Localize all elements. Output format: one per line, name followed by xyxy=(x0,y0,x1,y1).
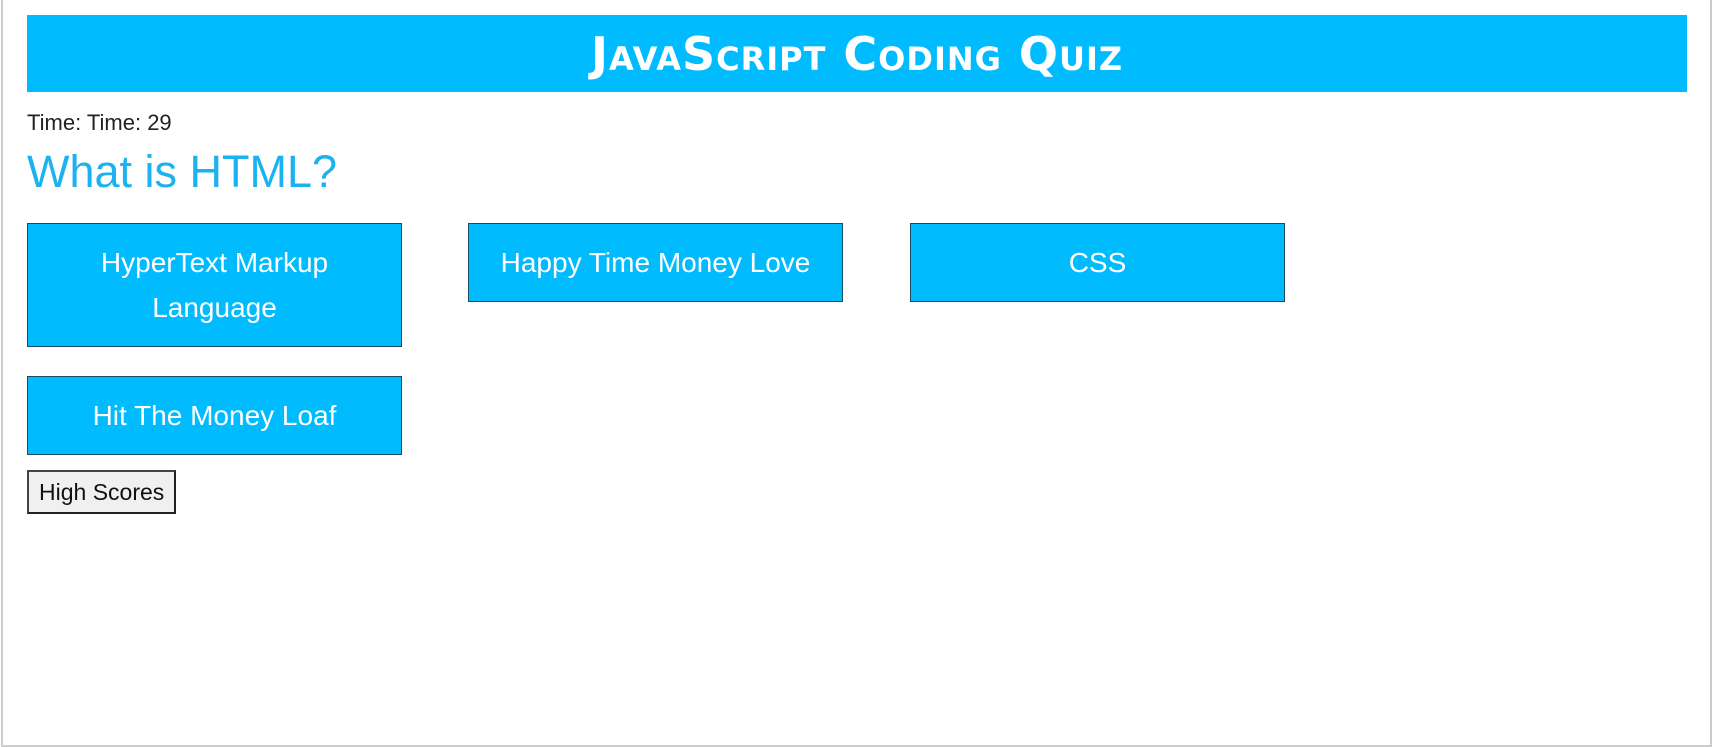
answer-choice-1[interactable]: HyperText Markup Language xyxy=(27,223,402,347)
page-frame xyxy=(1,0,1712,747)
answer-choice-3[interactable]: CSS xyxy=(910,223,1285,302)
question-text: What is HTML? xyxy=(27,146,338,197)
timer-display: Time: Time: 29 xyxy=(27,110,172,135)
high-scores-button[interactable]: High Scores xyxy=(27,470,177,514)
quiz-header: JavaScript Coding Quiz xyxy=(27,15,1687,92)
answer-choice-4[interactable]: Hit The Money Loaf xyxy=(27,376,402,455)
quiz-title: JavaScript Coding Quiz xyxy=(590,26,1124,81)
answer-choice-2[interactable]: Happy Time Money Love xyxy=(468,223,843,302)
